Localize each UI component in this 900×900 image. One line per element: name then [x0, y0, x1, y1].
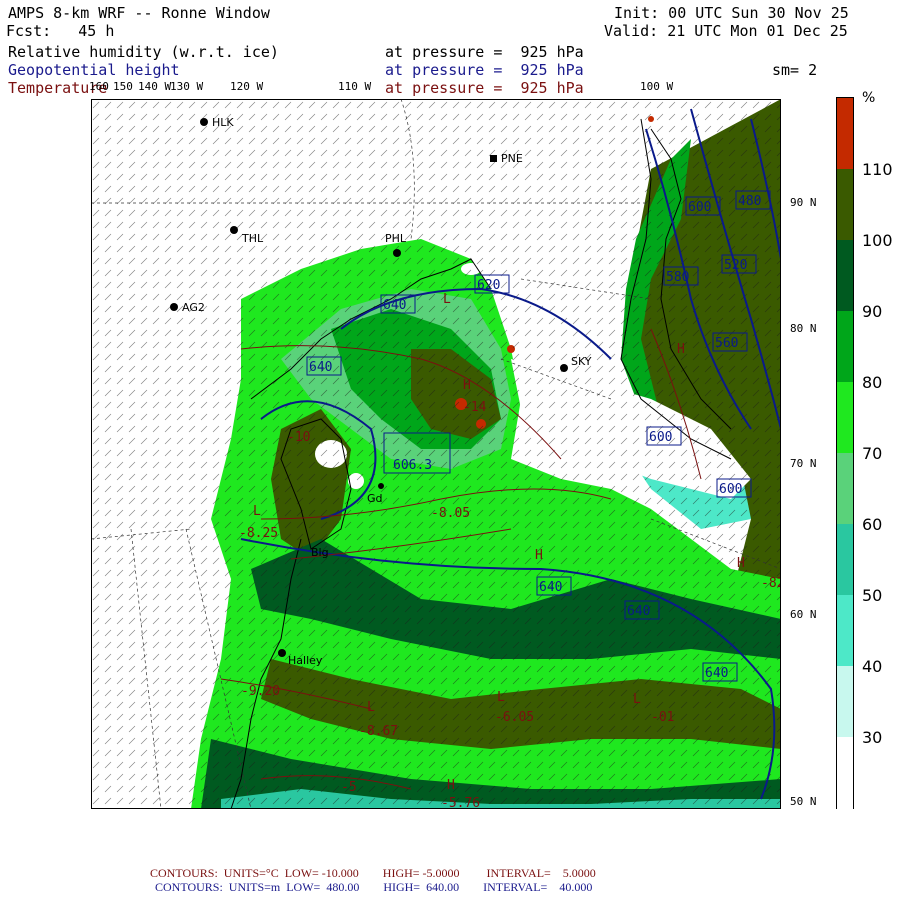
temp-label: -8.25 [239, 526, 278, 541]
lon-label: 140 W [138, 80, 172, 93]
lat-label: 90 N [790, 196, 817, 209]
colorbar-segment [837, 169, 853, 241]
field-rh-name: Relative humidity (w.r.t. ice) [8, 43, 279, 61]
height-label: 606.3 [393, 458, 432, 473]
colorbar-segment [837, 666, 853, 738]
height-label: 640 [627, 604, 650, 619]
height-label: 640 [383, 298, 406, 313]
forecast-hour: Fcst: 45 h [6, 22, 115, 40]
colorbar-tick: 70 [862, 444, 883, 463]
extremum-label: L [443, 292, 451, 307]
smoothing-label: sm= 2 [772, 61, 818, 79]
field-temp-level: at pressure = 925 hPa [385, 79, 584, 97]
lat-label: 70 N [790, 457, 817, 470]
extremum-label: L [253, 504, 261, 519]
station-ag2-label: AG2 [182, 301, 205, 314]
height-label: 640 [309, 360, 332, 375]
station-blg: Blg [311, 546, 329, 559]
colorbar-segment [837, 595, 853, 667]
field-height-level: at pressure = 925 hPa [385, 61, 584, 79]
temp-label: -01 [651, 710, 674, 725]
colorbar-tick: 90 [862, 302, 883, 321]
lat-label: 50 N [790, 795, 817, 808]
extremum-label: H [535, 548, 543, 563]
lon-label: 100 W [640, 80, 674, 93]
height-label: 580 [666, 270, 689, 285]
colorbar-segment [837, 240, 853, 312]
temp-label: -9.20 [241, 684, 280, 699]
height-label: 520 [724, 258, 747, 273]
station-thl-label: THL [241, 232, 264, 245]
colorbar-tick: 40 [862, 657, 883, 676]
extremum-label: H [447, 778, 455, 793]
lon-label: 120 W [230, 80, 264, 93]
colorbar-unit: % [862, 90, 876, 106]
colorbar-segment [837, 524, 853, 596]
colorbar-segment [837, 98, 853, 170]
station-gd-label: Gd [367, 492, 383, 505]
lat-label: 60 N [790, 608, 817, 621]
height-label: 600 [649, 430, 672, 445]
extremum-label: L [633, 692, 641, 707]
station-phl-label: PHL [385, 232, 407, 245]
lat-label: 80 N [790, 322, 817, 335]
colorbar-tick: 100 [862, 231, 893, 250]
height-label: 480 [738, 194, 761, 209]
footer-height-contours: CONTOURS: UNITS=m LOW= 480.00 HIGH= 640.… [155, 880, 593, 894]
temp-label: -8.67 [359, 724, 398, 739]
rh-map: HLK PNE THL PHL AG2 SKY Halley Gd Blg 64… [91, 99, 781, 809]
colorbar-segment [837, 737, 853, 809]
wind-barbs [91, 99, 781, 809]
colorbar-tick: 30 [862, 728, 883, 747]
station-halley-label: Halley [288, 654, 323, 667]
colorbar-segment [837, 453, 853, 525]
extremum-label: H [463, 378, 471, 393]
temp-label: -5.76 [441, 796, 480, 809]
colorbar-segment [837, 311, 853, 383]
lon-label: 130 W [170, 80, 204, 93]
temp-label: -8.05 [431, 506, 470, 521]
extremum-label: H [737, 556, 745, 571]
height-label: 600 [719, 482, 742, 497]
colorbar [836, 97, 854, 809]
temp-label: -10 [287, 430, 310, 445]
station-sky-label: SKY [571, 355, 592, 368]
height-label: 640 [705, 666, 728, 681]
init-time: Init: 00 UTC Sun 30 Nov 25 [614, 4, 849, 22]
field-rh-level: at pressure = 925 hPa [385, 43, 584, 61]
colorbar-tick: 80 [862, 373, 883, 392]
height-label: 600 [688, 200, 711, 215]
extremum-label: L [497, 690, 505, 705]
temp-label: -14 [463, 400, 487, 415]
extremum-label: L [367, 700, 375, 715]
colorbar-tick: 50 [862, 586, 883, 605]
lon-label: 160 [89, 80, 109, 93]
temp-label: -82 [761, 576, 781, 591]
station-hlk-label: HLK [212, 116, 234, 129]
height-label: 640 [539, 580, 562, 595]
valid-time: Valid: 21 UTC Mon 01 Dec 25 [604, 22, 848, 40]
colorbar-tick: 110 [862, 160, 893, 179]
station-pne-label: PNE [501, 152, 523, 165]
height-label: 560 [715, 336, 738, 351]
lon-label: 110 W [338, 80, 372, 93]
extremum-label: H [677, 342, 685, 357]
temp-label: -6.05 [495, 710, 534, 725]
colorbar-segment [837, 382, 853, 454]
station-blg-label: Blg [311, 546, 329, 559]
footer-temp-contours: CONTOURS: UNITS=°C LOW= -10.000 HIGH= -5… [150, 866, 596, 880]
temp-label: -5 [341, 780, 357, 795]
colorbar-tick: 60 [862, 515, 883, 534]
lon-label: 150 [113, 80, 133, 93]
field-height-name: Geopotential height [8, 61, 180, 79]
product-title: AMPS 8-km WRF -- Ronne Window [8, 4, 270, 22]
